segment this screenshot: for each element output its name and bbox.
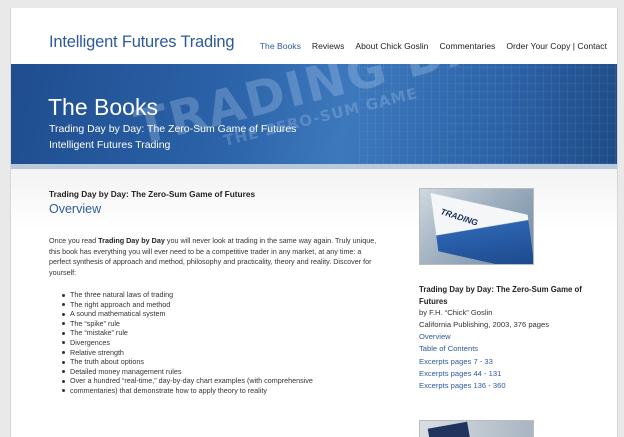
top-nav: The Books Reviews About Chick Goslin Com… bbox=[260, 41, 607, 51]
intro-prefix: Once you read bbox=[49, 236, 99, 245]
sidebar-link-excerpts-44-131[interactable]: Excerpts pages 44 - 131 bbox=[419, 368, 604, 380]
nav-order-contact[interactable]: Order Your Copy | Contact bbox=[506, 41, 607, 51]
nav-commentaries[interactable]: Commentaries bbox=[439, 41, 495, 51]
book-cover-image[interactable]: TRADING bbox=[419, 188, 534, 265]
sidebar-author: by F.H. “Chick” Goslin bbox=[419, 308, 493, 317]
book-cover-shape bbox=[430, 193, 533, 264]
list-item: The three natural laws of trading bbox=[49, 290, 379, 300]
feature-list: The three natural laws of trading The ri… bbox=[49, 290, 379, 396]
intro-paragraph: Once you read Trading Day by Day you wil… bbox=[49, 236, 379, 278]
list-item: The “spike” rule bbox=[49, 319, 379, 329]
hero-banner: TRADING DA THE ZERO-SUM GAME The Books T… bbox=[11, 64, 617, 164]
banner-subtitle-book: Trading Day by Day: The Zero-Sum Game of… bbox=[49, 123, 297, 135]
sidebar: TRADING Trading Day by Day: The Zero-Sum… bbox=[419, 188, 604, 392]
book-heading: Trading Day by Day: The Zero-Sum Game of… bbox=[49, 189, 256, 199]
list-item: The truth about options bbox=[49, 357, 379, 367]
page-title: The Books bbox=[48, 94, 158, 120]
section-title: Overview bbox=[49, 202, 102, 216]
sidebar-link-excerpts-7-33[interactable]: Excerpts pages 7 - 33 bbox=[419, 356, 604, 368]
list-item: A sound mathematical system bbox=[49, 309, 379, 319]
nav-the-books[interactable]: The Books bbox=[260, 41, 301, 51]
sidebar-book-title: Trading Day by Day: The Zero-Sum Game of… bbox=[419, 285, 582, 306]
site-logo[interactable]: Intelligent Futures Trading bbox=[49, 33, 235, 52]
list-item: Over a hundred “real-time,” day-by-day c… bbox=[49, 376, 379, 386]
list-item: The right approach and method bbox=[49, 300, 379, 310]
sidebar-link-excerpts-136-360[interactable]: Excerpts pages 136 - 360 bbox=[419, 380, 604, 392]
nav-reviews[interactable]: Reviews bbox=[312, 41, 344, 51]
intro-book-title: Trading Day by Day bbox=[98, 236, 165, 245]
list-item: The “mistake” rule bbox=[49, 328, 379, 338]
list-item: Detailed money management rules bbox=[49, 367, 379, 377]
sidebar-link-toc[interactable]: Table of Contents bbox=[419, 343, 604, 355]
list-item: Relative strength bbox=[49, 348, 379, 358]
sidebar-link-overview[interactable]: Overview bbox=[419, 331, 604, 343]
main-content: Trading Day by Day: The Zero-Sum Game of… bbox=[49, 189, 379, 396]
page-frame: Intelligent Futures Trading The Books Re… bbox=[10, 8, 618, 437]
second-book-cover-image[interactable] bbox=[419, 420, 534, 437]
list-item: Divergences bbox=[49, 338, 379, 348]
nav-about[interactable]: About Chick Goslin bbox=[355, 41, 428, 51]
site-header: Intelligent Futures Trading The Books Re… bbox=[11, 8, 617, 64]
second-book-shape bbox=[427, 421, 473, 437]
banner-subtitle-site: Intelligent Futures Trading bbox=[49, 139, 171, 151]
list-item-continuation: commentaries) that demonstrate how to ap… bbox=[49, 386, 379, 396]
sidebar-publisher: California Publishing, 2003, 376 pages bbox=[419, 320, 550, 329]
